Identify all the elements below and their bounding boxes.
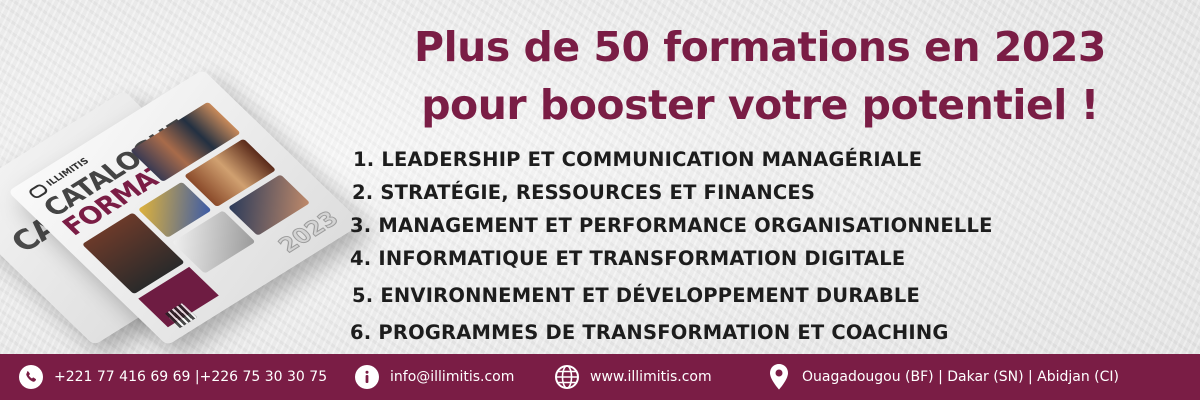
map-pin-icon [766, 364, 792, 390]
promo-banner: CA ILLIMITIS CATALOGUE FORMATION 2023 Pl… [0, 0, 1200, 400]
programme-item: 4. INFORMATIQUE ET TRANSFORMATION DIGITA… [350, 247, 906, 270]
footer-email[interactable]: info@illimitis.com [354, 364, 514, 390]
headline: Plus de 50 formations en 2023 pour boost… [350, 18, 1170, 134]
programme-list: 1. LEADERSHIP ET COMMUNICATION MANAGÉRIA… [350, 143, 1170, 349]
contact-footer: +221 77 416 69 69 |+226 75 30 30 75 info… [0, 354, 1200, 400]
email-address: info@illimitis.com [390, 369, 515, 385]
programme-item: 2. STRATÉGIE, RESSOURCES ET FINANCES [352, 181, 816, 204]
footer-phone[interactable]: +221 77 416 69 69 |+226 75 30 30 75 [18, 364, 327, 390]
footer-locations: Ouagadougou (BF) | Dakar (SN) | Abidjan … [766, 364, 1119, 390]
info-icon [354, 364, 380, 390]
programme-item: 1. LEADERSHIP ET COMMUNICATION MANAGÉRIA… [353, 148, 923, 171]
phone-numbers: +221 77 416 69 69 |+226 75 30 30 75 [54, 369, 328, 385]
programme-item: 3. MANAGEMENT ET PERFORMANCE ORGANISATIO… [350, 214, 993, 237]
office-locations: Ouagadougou (BF) | Dakar (SN) | Abidjan … [802, 369, 1120, 385]
headline-line-1: Plus de 50 formations en 2023 [414, 23, 1106, 71]
website-url: www.illimitis.com [590, 369, 712, 385]
programme-item: 5. ENVIRONNEMENT ET DÉVELOPPEMENT DURABL… [352, 284, 921, 307]
globe-icon [554, 364, 580, 390]
headline-line-2: pour booster votre potentiel ! [421, 81, 1099, 129]
phone-icon [18, 364, 44, 390]
catalogue-mockup: CA ILLIMITIS CATALOGUE FORMATION 2023 [0, 60, 363, 346]
footer-website[interactable]: www.illimitis.com [554, 364, 712, 390]
programme-item: 6. PROGRAMMES DE TRANSFORMATION ET COACH… [350, 321, 949, 344]
